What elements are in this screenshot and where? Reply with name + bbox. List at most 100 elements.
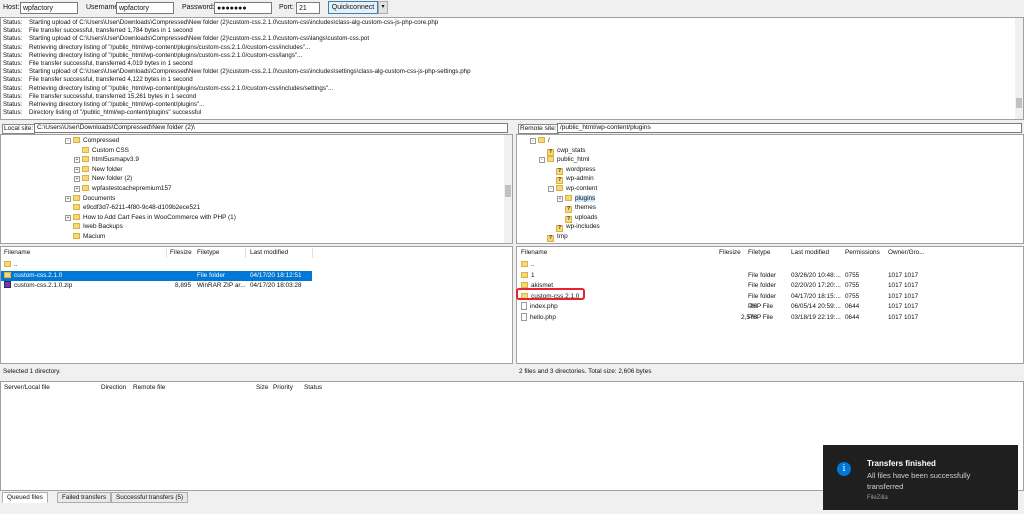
- queue-header-priority[interactable]: Priority: [273, 382, 293, 394]
- collapse-icon[interactable]: -: [530, 138, 536, 144]
- tree-node[interactable]: - wp-content: [548, 184, 597, 193]
- remote-file-row[interactable]: 1 File folder 03/26/20 10:48:... 0755 1017 1…: [517, 271, 1017, 281]
- remote-cell-text: 06/05/14 20:59:...: [791, 303, 841, 310]
- expand-icon[interactable]: +: [557, 195, 563, 202]
- collapse-icon[interactable]: -: [548, 186, 554, 192]
- expand-icon[interactable]: +: [65, 195, 71, 202]
- remote-cell-perm: 0755: [845, 281, 885, 291]
- password-input[interactable]: ●●●●●●●: [214, 2, 272, 14]
- queue-header-direction[interactable]: Direction: [101, 382, 126, 394]
- quickconnect-dropdown-icon[interactable]: ▾: [378, 1, 388, 14]
- queue-header-status[interactable]: Status: [304, 382, 322, 394]
- tree-node[interactable]: e9cdf3d7-6211-4f80-9c48-d109b2ece521: [65, 203, 200, 212]
- remote-header-filesize[interactable]: Filesize: [719, 247, 741, 259]
- local-header-separator[interactable]: [312, 248, 313, 258]
- expand-icon[interactable]: +: [74, 176, 80, 183]
- transfers-finished-notification[interactable]: i Transfers finished All files have been…: [823, 445, 1018, 510]
- tree-node[interactable]: + html5usmapv3.9: [74, 155, 139, 164]
- log-scrollbar[interactable]: [1015, 18, 1023, 119]
- tree-node[interactable]: ? wp-admin: [548, 174, 594, 185]
- remote-file-row[interactable]: akismet File folder 02/20/20 17:20:... 0755…: [517, 281, 1017, 291]
- local-cell-text: custom-css.2.1.0.zip: [14, 282, 73, 289]
- remote-header-permissions[interactable]: Permissions: [845, 247, 880, 259]
- host-input[interactable]: wpfactory: [20, 2, 78, 14]
- tree-node[interactable]: + Documents: [65, 194, 115, 203]
- remote-file-row[interactable]: hello.php 2,578 PHP File 03/18/19 22:19:...…: [517, 312, 1017, 323]
- quickconnect-button[interactable]: Quickconnect: [328, 1, 378, 14]
- remote-site-path-input[interactable]: /public_html/wp-content/plugins: [557, 123, 1022, 133]
- collapse-icon[interactable]: -: [65, 138, 71, 144]
- local-header-filesize[interactable]: Filesize: [170, 247, 192, 259]
- remote-file-row[interactable]: index.php 28 PHP File 06/05/14 20:59:... 064…: [517, 302, 1017, 312]
- local-cell-text: 04/17/20 18:12:51: [250, 271, 302, 279]
- remote-cell-text: PHP File: [748, 313, 774, 321]
- queue-header-server[interactable]: Server/Local file: [4, 382, 50, 394]
- username-input[interactable]: wpfactory: [116, 2, 174, 14]
- tree-node[interactable]: + New folder: [74, 165, 123, 174]
- remote-file-row[interactable]: ..: [517, 260, 1017, 270]
- remote-cell-perm: 0644: [845, 302, 885, 312]
- local-site-path-input[interactable]: C:\Users\User\Downloads\Compressed\New f…: [34, 123, 508, 133]
- local-header-modified[interactable]: Last modified: [250, 247, 288, 259]
- tree-node-label: themes: [575, 204, 596, 212]
- tree-node[interactable]: + How to Add Cart Fees in WooCommerce wit…: [65, 213, 236, 222]
- local-file-row[interactable]: ..: [1, 260, 506, 270]
- local-cell-text: 8,895: [175, 282, 191, 289]
- tree-node-label: Custom CSS: [92, 146, 129, 154]
- tree-node[interactable]: Custom CSS: [74, 146, 129, 155]
- port-input[interactable]: 21: [296, 2, 320, 14]
- remote-cell-text: 04/17/20 18:15:...: [791, 292, 841, 300]
- local-cell-name: ..: [4, 260, 164, 270]
- local-header-filename[interactable]: Filename: [4, 247, 30, 259]
- tree-node[interactable]: - Compressed: [65, 136, 119, 145]
- tree-node[interactable]: + plugins: [557, 194, 596, 203]
- tree-node[interactable]: Iweb Backups: [65, 222, 123, 231]
- tree-node-label: public_html: [557, 156, 590, 164]
- tree-node[interactable]: ? wordpress: [548, 165, 595, 175]
- tree-node-label: wp-content: [566, 185, 598, 192]
- tree-node[interactable]: + New folder (2): [74, 174, 132, 183]
- remote-header-owner[interactable]: Owner/Gro...: [888, 247, 925, 259]
- local-tree-scrollbar[interactable]: [504, 135, 512, 243]
- tree-node[interactable]: - /: [530, 136, 550, 145]
- expand-icon[interactable]: +: [65, 214, 71, 221]
- log-line: Status: File transfer successful, transfe…: [3, 60, 193, 68]
- expand-icon[interactable]: +: [74, 186, 80, 192]
- remote-file-row[interactable]: custom-css.2.1.0 File folder 04/17/20 18:1…: [517, 292, 1017, 302]
- queue-header-size[interactable]: Size: [256, 382, 268, 394]
- tab-successful-transfers[interactable]: Successful transfers (5): [111, 492, 189, 503]
- folder-icon: [82, 175, 89, 182]
- expand-icon[interactable]: +: [74, 166, 80, 173]
- local-status-text: Selected 1 directory.: [3, 368, 61, 375]
- remote-header-filename[interactable]: Filename: [521, 247, 547, 259]
- local-file-row[interactable]: custom-css.2.1.0.zip 8,895 WinRAR ZIP ar..…: [1, 281, 506, 291]
- queue-header-remote[interactable]: Remote file: [133, 382, 165, 394]
- log-scrollbar-thumb[interactable]: [1016, 98, 1022, 108]
- tree-node[interactable]: ? themes: [557, 203, 596, 214]
- expand-icon[interactable]: +: [74, 157, 80, 164]
- local-file-row[interactable]: custom-css.2.1.0 File folder 04/17/20 18:1…: [1, 270, 312, 281]
- remote-header-modified[interactable]: Last modified: [791, 247, 829, 259]
- local-tree-scrollbar-thumb[interactable]: [505, 185, 511, 197]
- tree-node[interactable]: + wpfastestcachepremium157: [74, 184, 172, 193]
- tab-failed-transfers[interactable]: Failed transfers: [57, 492, 112, 503]
- local-header-separator[interactable]: [166, 248, 167, 258]
- tree-node[interactable]: ? tmp: [539, 232, 568, 242]
- collapse-icon[interactable]: -: [539, 157, 545, 164]
- local-header-filetype[interactable]: Filetype: [197, 247, 219, 259]
- tree-node[interactable]: - public_html: [539, 155, 589, 164]
- folder-icon: [73, 223, 80, 230]
- log-line: Status: Directory listing of "/public_htm…: [3, 109, 201, 117]
- tree-node[interactable]: ? cwp_stats: [539, 146, 585, 156]
- local-header-separator[interactable]: [245, 248, 246, 258]
- tree-node[interactable]: ? wp-includes: [548, 222, 600, 233]
- remote-cell-text: PHP File: [748, 303, 774, 310]
- folder-icon: [4, 261, 11, 267]
- remote-cell-text: 1: [531, 271, 535, 279]
- tree-node[interactable]: ? uploads: [557, 213, 597, 223]
- tree-node[interactable]: Macium: [65, 232, 105, 241]
- remote-cell-name: index.php: [521, 302, 671, 312]
- folder-icon: [82, 156, 89, 163]
- remote-header-filetype[interactable]: Filetype: [748, 247, 770, 259]
- tab-queued-files[interactable]: Queued files: [2, 492, 48, 503]
